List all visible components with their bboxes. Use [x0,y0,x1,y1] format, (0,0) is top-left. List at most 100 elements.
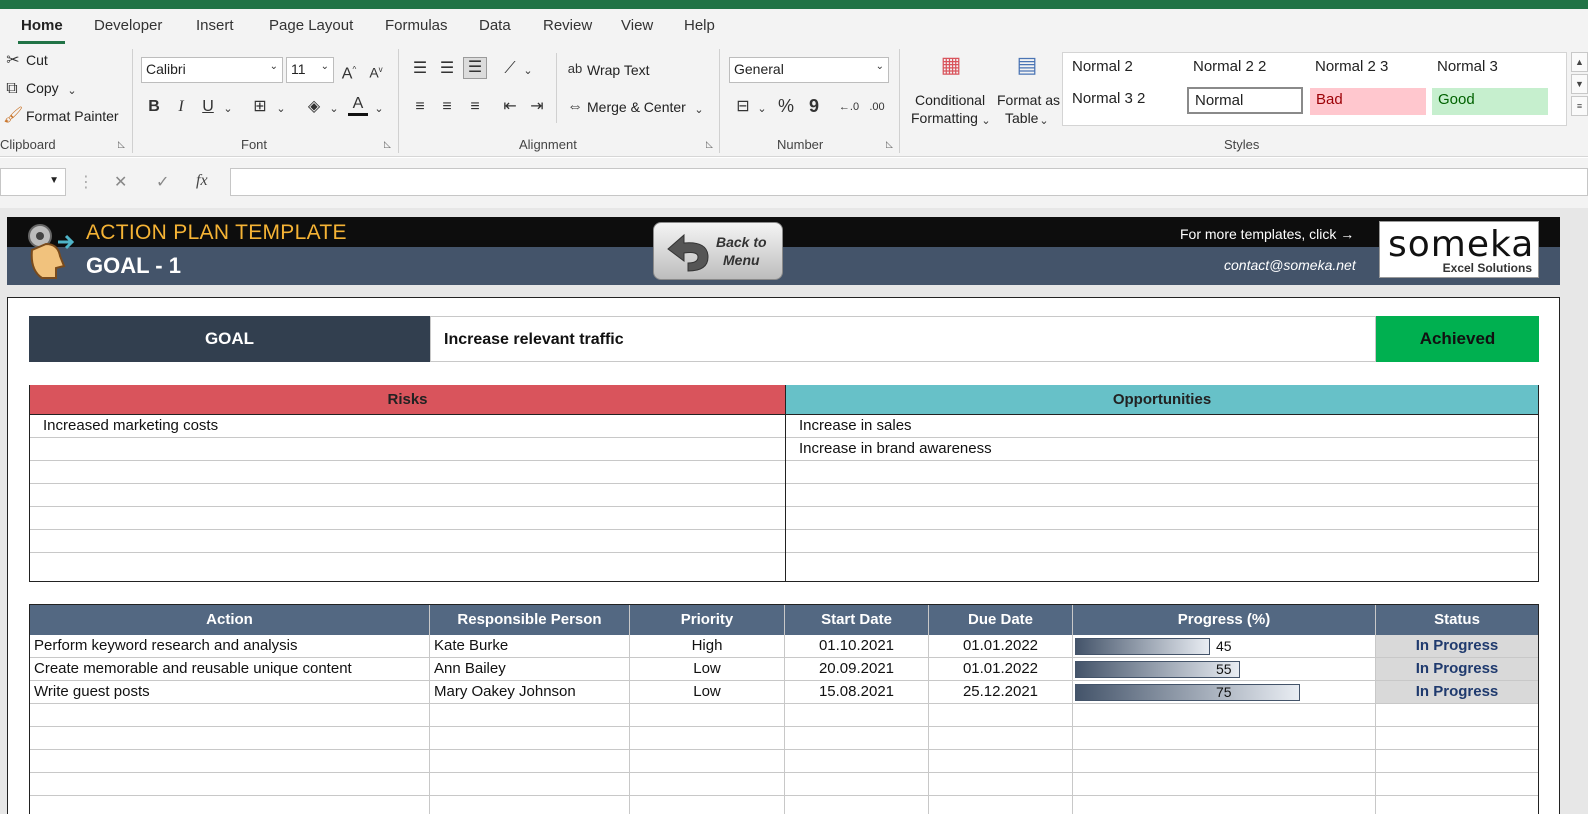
font-color-icon[interactable]: A [348,95,368,116]
formula-input[interactable] [230,168,1588,196]
tab-data[interactable]: Data [479,17,511,34]
start-date-cell[interactable]: 20.09.2021 [785,658,929,681]
chevron-down-icon[interactable]: ⌄ [373,99,385,119]
opportunity-row[interactable]: Increase in brand awareness [786,438,1538,461]
status-cell[interactable]: In Progress [1376,681,1538,704]
increase-decimal-icon[interactable]: ←.0 [838,97,860,117]
cut-button[interactable]: Cut [26,52,48,68]
chevron-down-icon[interactable]: ⌄ [222,99,234,119]
decrease-decimal-icon[interactable]: .00 [866,97,888,117]
progress-cell[interactable] [1073,796,1376,814]
bold-button[interactable]: B [146,97,162,117]
status-cell[interactable] [1376,704,1538,727]
status-cell[interactable]: In Progress [1376,635,1538,658]
gallery-down-icon[interactable]: ▼ [1571,74,1588,94]
action-cell[interactable] [30,704,430,727]
gallery-up-icon[interactable]: ▲ [1571,52,1588,72]
copy-button[interactable]: Copy [26,80,59,96]
priority-cell[interactable] [630,750,785,773]
style-good[interactable]: Good [1432,88,1548,115]
align-bottom-icon[interactable]: ☰ [463,57,487,79]
progress-cell[interactable] [1073,635,1376,658]
start-date-cell[interactable] [785,796,929,814]
risk-row[interactable] [30,507,785,530]
risk-row[interactable] [30,438,785,461]
priority-cell[interactable] [630,773,785,796]
comma-style-button[interactable]: 9 [806,96,822,116]
style-normal-2[interactable]: Normal 2 [1066,55,1139,82]
contact-email[interactable]: contact@someka.net [1224,257,1356,273]
italic-button[interactable]: I [173,97,189,117]
opportunity-row[interactable] [786,507,1538,530]
tab-formulas[interactable]: Formulas [385,17,448,34]
dialog-launcher-icon[interactable]: ◺ [384,139,391,150]
responsible-cell[interactable] [430,796,630,814]
priority-cell[interactable] [630,727,785,750]
align-top-icon[interactable]: ☰ [410,59,430,79]
tab-page-layout[interactable]: Page Layout [269,17,353,34]
action-cell[interactable]: Create memorable and reusable unique con… [30,658,430,681]
responsible-cell[interactable] [430,750,630,773]
progress-cell[interactable] [1073,658,1376,681]
risk-row[interactable] [30,553,785,576]
tab-help[interactable]: Help [684,17,715,34]
responsible-cell[interactable] [430,773,630,796]
align-right-icon[interactable]: ≡ [465,97,485,117]
progress-cell[interactable] [1073,773,1376,796]
style-normal[interactable]: Normal [1187,87,1303,114]
merge-center-button[interactable]: Merge & Center [587,99,686,115]
due-date-cell[interactable]: 25.12.2021 [929,681,1073,704]
chevron-down-icon[interactable]: ⌄ [66,81,78,101]
tab-insert[interactable]: Insert [196,17,234,34]
increase-indent-icon[interactable]: ⇥ [527,97,547,117]
style-normal-2-3[interactable]: Normal 2 3 [1309,55,1394,82]
start-date-cell[interactable] [785,704,929,727]
chevron-down-icon[interactable]: ⌄ [328,99,340,119]
cancel-icon[interactable]: ✕ [114,172,127,192]
responsible-cell[interactable] [430,704,630,727]
status-cell[interactable] [1376,796,1538,814]
back-to-menu-button[interactable]: Back to Menu [653,222,783,280]
borders-icon[interactable]: ⊞ [250,97,270,117]
chevron-down-icon[interactable]: ⌄ [756,99,768,119]
start-date-cell[interactable] [785,750,929,773]
font-name-combo[interactable]: Calibri ⌄ [141,57,283,83]
insert-function-icon[interactable]: fx [196,172,208,190]
enter-icon[interactable]: ✓ [156,172,169,192]
due-date-cell[interactable]: 01.01.2022 [929,635,1073,658]
due-date-cell[interactable] [929,773,1073,796]
progress-cell[interactable] [1073,750,1376,773]
risk-row[interactable] [30,530,785,553]
goal-status-cell[interactable]: Achieved [1376,316,1539,362]
opportunity-row[interactable] [786,530,1538,553]
start-date-cell[interactable]: 01.10.2021 [785,635,929,658]
style-normal-3-2[interactable]: Normal 3 2 [1066,87,1151,114]
decrease-font-icon[interactable]: Av [366,60,386,83]
responsible-cell[interactable]: Mary Oakey Johnson [430,681,630,704]
status-cell[interactable] [1376,727,1538,750]
more-templates-link[interactable]: For more templates, click → [1180,226,1354,242]
style-normal-3[interactable]: Normal 3 [1431,55,1504,82]
wrap-text-button[interactable]: Wrap Text [587,62,650,78]
risk-row[interactable] [30,461,785,484]
number-format-combo[interactable]: General ⌄ [729,57,889,83]
style-bad[interactable]: Bad [1310,88,1426,115]
progress-cell[interactable] [1073,704,1376,727]
action-cell[interactable] [30,727,430,750]
decrease-indent-icon[interactable]: ⇤ [500,97,520,117]
progress-cell[interactable] [1073,727,1376,750]
font-size-combo[interactable]: 11 ⌄ [286,57,334,83]
tab-view[interactable]: View [621,17,653,34]
action-cell[interactable]: Write guest posts [30,681,430,704]
fill-color-icon[interactable]: ◈ [304,97,324,117]
name-box[interactable]: ▼ [0,168,66,196]
risk-row[interactable] [30,484,785,507]
dialog-launcher-icon[interactable]: ◺ [706,139,713,150]
priority-cell[interactable]: High [630,635,785,658]
tab-review[interactable]: Review [543,17,592,34]
opportunity-row[interactable] [786,461,1538,484]
action-cell[interactable] [30,796,430,814]
priority-cell[interactable] [630,796,785,814]
underline-button[interactable]: U [200,97,216,117]
opportunity-row[interactable] [786,553,1538,576]
